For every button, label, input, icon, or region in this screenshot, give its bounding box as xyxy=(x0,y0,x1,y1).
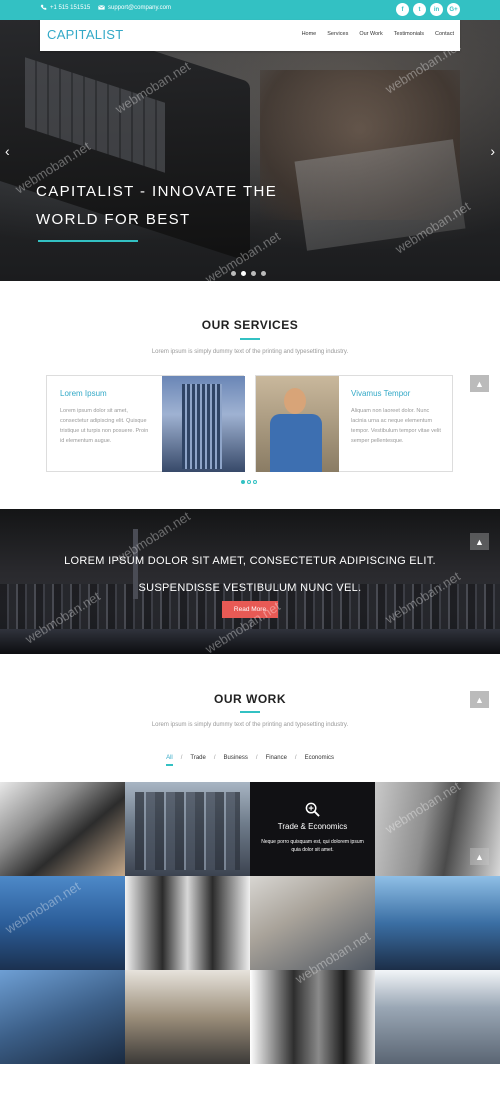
filter-business[interactable]: Business xyxy=(224,755,248,766)
portfolio-tile[interactable] xyxy=(375,876,500,970)
site-logo[interactable]: CAPITALIST xyxy=(47,27,123,42)
main-navbar: CAPITALIST Home Services Our Work Testim… xyxy=(40,20,460,51)
slider-next-icon[interactable]: › xyxy=(490,143,495,159)
nav-item-services[interactable]: Services xyxy=(327,31,348,37)
scroll-top-button[interactable]: ▲ xyxy=(470,375,489,392)
filter-separator: / xyxy=(255,755,258,761)
twitter-icon[interactable]: t xyxy=(413,3,426,16)
work-divider xyxy=(240,711,260,713)
hero-title: CAPITALIST - INNOVATE THE WORLD FOR BEST xyxy=(36,183,278,228)
nav-item-testimonials[interactable]: Testimonials xyxy=(394,31,424,37)
read-more-button[interactable]: Read More xyxy=(222,601,278,618)
slider-dot[interactable] xyxy=(251,271,256,276)
chevron-up-icon: ▲ xyxy=(475,694,484,705)
service-card-title[interactable]: Vivamus Tempor xyxy=(351,389,410,398)
slider-dot[interactable] xyxy=(231,271,236,276)
chevron-up-icon: ▲ xyxy=(475,378,484,389)
services-subtitle: Lorem ipsum is simply dummy text of the … xyxy=(151,349,349,355)
top-contact-bar: +1 515 151515 support@company.com f t in… xyxy=(0,0,500,20)
services-dot[interactable] xyxy=(253,480,257,484)
scroll-top-button[interactable]: ▲ xyxy=(470,691,489,708)
filter-separator: / xyxy=(213,755,216,761)
services-divider xyxy=(240,338,260,340)
nav-menu: Home Services Our Work Testimonials Cont… xyxy=(302,31,454,37)
portfolio-tile[interactable] xyxy=(375,970,500,1064)
nav-item-our-work[interactable]: Our Work xyxy=(359,31,382,37)
scroll-top-button[interactable]: ▲ xyxy=(470,848,489,865)
service-card-text: Aliquam non laoreet dolor. Nunc lacinia … xyxy=(351,408,441,444)
work-subtitle: Lorem ipsum is simply dummy text of the … xyxy=(151,722,349,728)
filter-trade[interactable]: Trade xyxy=(190,755,205,766)
nav-item-contact[interactable]: Contact xyxy=(435,31,454,37)
filter-separator: / xyxy=(294,755,297,761)
slider-dot-active[interactable] xyxy=(241,271,246,276)
chevron-up-icon: ▲ xyxy=(475,851,484,862)
portfolio-tile[interactable] xyxy=(0,970,125,1064)
services-dot-active[interactable] xyxy=(241,480,245,484)
tile-title: Trade & Economics xyxy=(277,822,348,831)
tile-text: Neque porro quisquam est, qui dolorem ip… xyxy=(261,839,364,853)
service-card-text: Lorem ipsum dolor sit amet, consectetur … xyxy=(60,408,149,444)
filter-finance[interactable]: Finance xyxy=(266,755,287,766)
services-dots xyxy=(241,480,257,484)
zoom-icon[interactable] xyxy=(305,802,320,817)
banner-text: LOREM IPSUM DOLOR SIT AMET, CONSECTETUR … xyxy=(64,555,436,594)
portfolio-tile[interactable] xyxy=(125,782,250,876)
phone-contact: +1 515 151515 xyxy=(40,4,90,11)
portfolio-tile[interactable] xyxy=(250,970,375,1064)
scroll-top-button[interactable]: ▲ xyxy=(470,533,489,550)
portfolio-tile[interactable] xyxy=(125,970,250,1064)
facebook-icon[interactable]: f xyxy=(396,3,409,16)
phone-icon xyxy=(40,4,47,10)
river-image xyxy=(0,629,500,654)
portfolio-grid: Trade & Economics Neque porro quisquam e… xyxy=(0,782,500,1064)
portfolio-tile[interactable] xyxy=(250,876,375,970)
service-card-building-image xyxy=(162,376,245,472)
envelope-icon xyxy=(98,5,105,10)
service-card-title[interactable]: Lorem Ipsum xyxy=(60,389,107,398)
filter-separator: / xyxy=(180,755,183,761)
portfolio-tile[interactable] xyxy=(0,876,125,970)
services-title: OUR SERVICES xyxy=(201,318,299,332)
service-card-businessman-image xyxy=(256,376,339,472)
chevron-up-icon: ▲ xyxy=(475,536,484,547)
email-contact: support@company.com xyxy=(98,4,171,11)
email-text[interactable]: support@company.com xyxy=(108,5,171,11)
service-card[interactable]: Lorem Ipsum Lorem ipsum dolor sit amet, … xyxy=(46,375,245,472)
filter-all[interactable]: All xyxy=(166,755,173,766)
work-title: OUR WORK xyxy=(214,692,286,706)
tile-overlay: Trade & Economics Neque porro quisquam e… xyxy=(250,782,375,876)
google-plus-icon[interactable]: G+ xyxy=(447,3,460,16)
slider-dot[interactable] xyxy=(261,271,266,276)
phone-text: +1 515 151515 xyxy=(50,4,91,11)
slider-prev-icon[interactable]: ‹ xyxy=(5,143,10,159)
nav-item-home[interactable]: Home xyxy=(302,31,317,37)
slider-dots xyxy=(231,271,266,276)
hero-divider xyxy=(38,240,138,242)
service-card[interactable]: Vivamus Tempor Aliquam non laoreet dolor… xyxy=(255,375,453,472)
portfolio-tile-hovered[interactable]: Trade & Economics Neque porro quisquam e… xyxy=(250,782,375,876)
portfolio-tile[interactable] xyxy=(125,876,250,970)
social-links: f t in G+ xyxy=(396,3,460,16)
portfolio-filters: All / Trade / Business / Finance / Econo… xyxy=(0,755,500,766)
linkedin-icon[interactable]: in xyxy=(430,3,443,16)
services-dot[interactable] xyxy=(247,480,251,484)
filter-economics[interactable]: Economics xyxy=(305,755,334,766)
portfolio-tile[interactable] xyxy=(0,782,125,876)
